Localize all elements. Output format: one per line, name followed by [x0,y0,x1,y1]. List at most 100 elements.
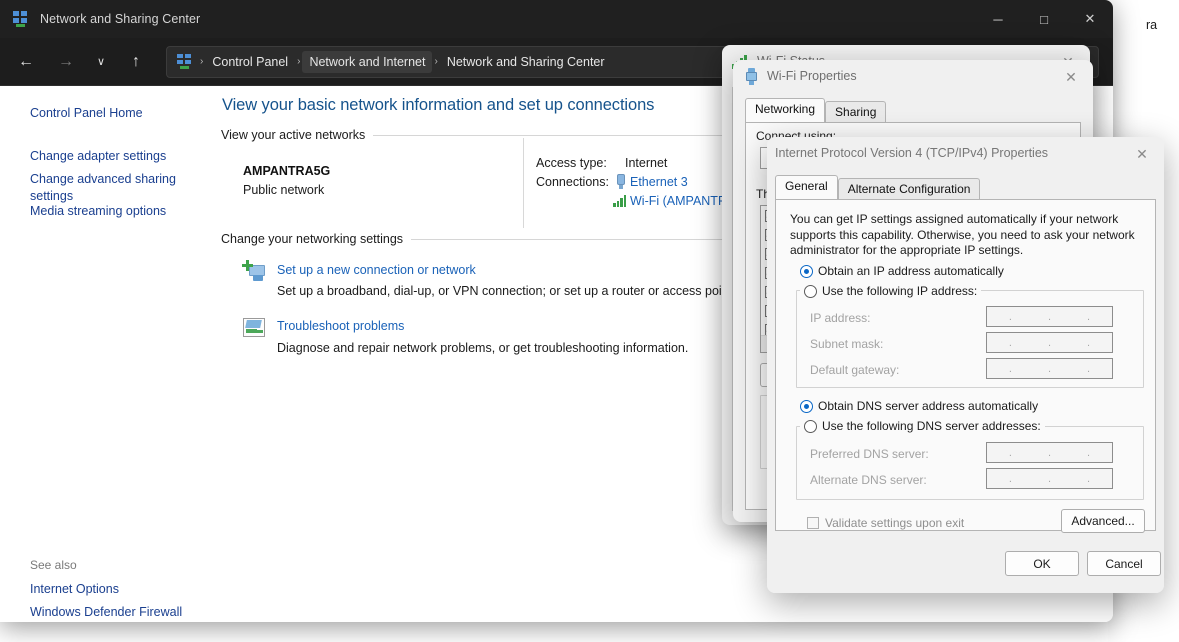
octet-sep: . [1047,310,1052,323]
default-gateway-input[interactable]: . . . [986,358,1113,379]
address-network-icon [176,53,193,70]
octet-sep: . [1087,446,1091,459]
radio-label: Obtain an IP address automatically [818,264,1004,278]
breadcrumb-separator-0: › [200,56,204,67]
radio-indicator[interactable] [800,264,813,278]
tab-sharing[interactable]: Sharing [825,101,887,123]
radio-indicator[interactable] [804,284,817,298]
page-title: View your basic network information and … [222,96,655,114]
sidebar-item-control-panel-home[interactable]: Control Panel Home [30,105,200,122]
ethernet-icon [616,174,626,189]
tab-networking[interactable]: Networking [745,98,826,122]
see-also-label: See also [30,558,77,572]
octet-sep: . [1047,446,1052,459]
breadcrumb-control-panel[interactable]: Control Panel [205,51,295,73]
sidebar-item-internet-options[interactable]: Internet Options [30,581,200,598]
ip-address-input[interactable]: . . . [986,306,1113,327]
octet-sep: . [1047,336,1052,349]
radio-use-following-dns[interactable]: Use the following DNS server addresses: [800,419,1045,433]
preferred-dns-input[interactable]: . . . [986,442,1113,463]
window-controls: ─ □ ✕ [975,0,1113,38]
wifi-properties-tabstrip: Networking Sharing [745,98,887,123]
task-link-set-up-new-connection[interactable]: Set up a new connection or network [277,263,476,277]
task-desc-troubleshoot-problems: Diagnose and repair network problems, or… [277,341,689,355]
octet-sep: . [1008,310,1012,323]
sidebar-item-media-streaming-options[interactable]: Media streaming options [30,203,200,220]
task-desc-set-up-new-connection: Set up a broadband, dial-up, or VPN conn… [277,284,736,298]
change-settings-label: Change your networking settings [221,232,404,246]
octet-sep: . [1008,446,1012,459]
back-button[interactable]: ← [8,45,44,79]
wifi-properties-titlebar[interactable]: Wi-Fi Properties [733,60,1093,92]
connections-label: Connections: [536,175,609,189]
octet-sep: . [1087,310,1091,323]
access-type-label: Access type: [536,156,607,170]
breadcrumb-separator-1: › [297,56,301,67]
radio-label: Use the following IP address: [822,284,978,298]
up-button[interactable]: ↑ [118,45,154,79]
network-adapter-icon [745,67,758,85]
subnet-mask-input[interactable]: . . . [986,332,1113,353]
background-right-fragment: ra [1146,18,1158,32]
alternate-dns-label: Alternate DNS server: [810,473,927,487]
radio-obtain-dns-automatically[interactable]: Obtain DNS server address automatically [800,399,1038,413]
wifi-properties-close-button[interactable]: ✕ [1053,64,1089,90]
cancel-button[interactable]: Cancel [1087,551,1161,576]
sidebar-item-windows-defender-firewall[interactable]: Windows Defender Firewall [30,604,210,621]
octet-sep: . [1008,362,1012,375]
tab-alternate-configuration[interactable]: Alternate Configuration [837,178,981,200]
recent-locations-button[interactable]: ∨ [88,45,114,79]
radio-indicator[interactable] [800,399,813,413]
ipv4-title: Internet Protocol Version 4 (TCP/IPv4) P… [775,146,1049,160]
validate-settings-checkbox-row[interactable]: Validate settings upon exit [807,516,964,530]
breadcrumb-separator-2: › [434,56,438,67]
validate-settings-checkbox[interactable] [807,517,819,529]
sidebar-item-change-advanced-sharing-settings[interactable]: Change advanced sharing settings [30,171,180,205]
advanced-button[interactable]: Advanced... [1061,509,1145,533]
radio-obtain-ip-automatically[interactable]: Obtain an IP address automatically [800,264,1004,278]
wifi-signal-icon [613,194,629,207]
forward-button[interactable]: → [48,45,84,79]
active-networks-label: View your active networks [221,128,366,142]
connection-ethernet-3-link[interactable]: Ethernet 3 [630,175,688,189]
ipv4-general-panel: You can get IP settings assigned automat… [775,199,1156,533]
network-type: Public network [243,183,325,197]
default-gateway-label: Default gateway: [810,363,900,377]
maximize-button[interactable]: □ [1021,0,1067,38]
connection-wifi-link[interactable]: Wi-Fi (AMPANTR [630,194,727,208]
subnet-mask-label: Subnet mask: [810,337,884,351]
tab-general[interactable]: General [775,175,838,199]
radio-label: Obtain DNS server address automatically [818,399,1039,413]
ipv4-tabstrip: General Alternate Configuration [775,175,981,200]
alternate-dns-input[interactable]: . . . [986,468,1113,489]
sidebar-item-change-adapter-settings[interactable]: Change adapter settings [30,148,200,165]
new-connection-icon [242,260,267,283]
breadcrumb-network-and-sharing-center[interactable]: Network and Sharing Center [440,51,612,73]
ok-button[interactable]: OK [1005,551,1079,576]
network-icon [12,10,30,28]
window-titlebar[interactable]: Network and Sharing Center ─ □ ✕ [0,0,1113,38]
octet-sep: . [1047,362,1052,375]
breadcrumb-network-and-internet[interactable]: Network and Internet [302,50,433,73]
ipv4-footer: OK Cancel [767,535,1164,593]
access-type-value: Internet [625,156,668,170]
radio-use-following-ip[interactable]: Use the following IP address: [800,284,982,298]
radio-indicator[interactable] [804,419,817,433]
octet-sep: . [1008,472,1012,485]
task-link-troubleshoot-problems[interactable]: Troubleshoot problems [277,319,404,333]
ip-address-label: IP address: [810,311,871,325]
octet-sep: . [1087,336,1091,349]
octet-sep: . [1087,362,1091,375]
details-divider [523,138,524,228]
ipv4-titlebar[interactable]: Internet Protocol Version 4 (TCP/IPv4) P… [767,137,1164,169]
preferred-dns-label: Preferred DNS server: [810,447,929,461]
network-name: AMPANTRA5G [243,164,331,178]
ipv4-properties-dialog: Internet Protocol Version 4 (TCP/IPv4) P… [767,137,1164,593]
ipv4-close-button[interactable]: ✕ [1124,141,1160,167]
close-button[interactable]: ✕ [1067,0,1113,38]
minimize-button[interactable]: ─ [975,0,1021,38]
octet-sep: . [1047,472,1052,485]
octet-sep: . [1008,336,1012,349]
sidebar: Control Panel Home Change adapter settin… [0,86,215,622]
validate-settings-label: Validate settings upon exit [825,516,965,530]
